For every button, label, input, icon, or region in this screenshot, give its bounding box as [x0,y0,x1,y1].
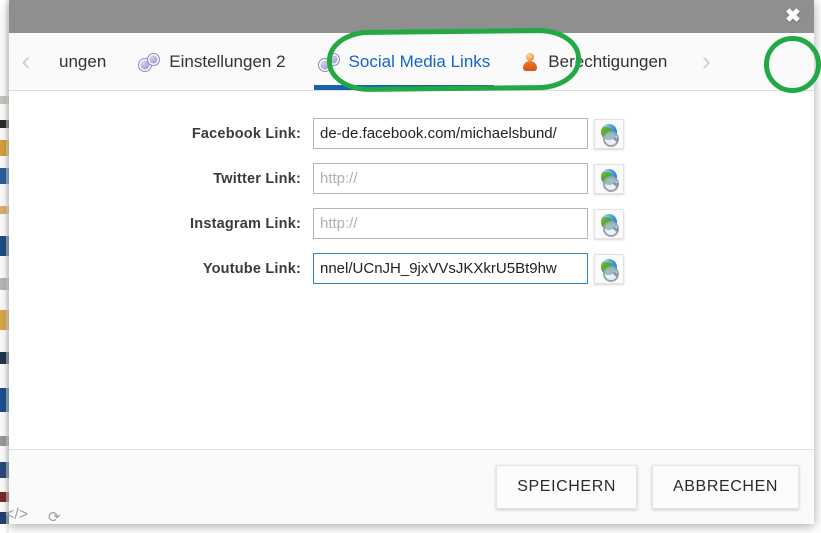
instagram-link-input[interactable] [313,208,588,239]
label-facebook-link: Facebook Link: [191,125,301,142]
globe-search-icon [600,259,619,282]
youtube-link-input[interactable] [313,253,588,284]
globe-search-icon [600,124,619,147]
label-instagram-link: Instagram Link: [190,215,301,232]
tab-label-einstellungen-2: Einstellungen 2 [169,52,286,71]
dialog-titlebar: ✖ [9,0,814,33]
tab-label-einstellungen: ungen [59,52,107,71]
tab-social-media-links[interactable]: Social Media Links [302,33,507,90]
globe-search-icon [600,169,619,192]
active-tab-underline [313,85,495,90]
close-icon[interactable]: ✖ [780,4,806,30]
facebook-link-input[interactable] [313,118,588,149]
person-icon [522,52,538,71]
cancel-button[interactable]: ABBRECHEN [652,465,799,509]
social-media-links-dialog: ✖ ‹ ungen Einstellungen 2 Social Media L… [9,0,814,524]
instagram-browse-button[interactable] [594,208,624,239]
tab-einstellungen[interactable]: ungen [43,33,122,90]
tab-next-arrow-icon[interactable]: › [689,33,723,90]
field-row-instagram: Instagram Link: [9,208,814,239]
field-row-twitter: Twitter Link: [9,163,814,194]
field-row-facebook: Facebook Link: [9,118,814,149]
label-youtube-link: Youtube Link: [202,260,301,277]
dialog-body: Facebook Link: Twitter Link: I [9,91,814,449]
sync-icon[interactable]: ⟳ [48,508,61,526]
gears-icon [138,52,161,72]
tab-bar: ‹ ungen Einstellungen 2 Social Media Lin… [9,33,814,91]
facebook-browse-button[interactable] [594,118,624,149]
globe-search-icon [600,214,619,237]
dialog-footer: SPEICHERN ABBRECHEN [9,449,814,524]
label-twitter-link: Twitter Link: [213,170,301,187]
code-view-icon[interactable]: </> [5,506,28,524]
twitter-link-input[interactable] [313,163,588,194]
tab-label-social-media-links: Social Media Links [348,52,491,71]
tab-berechtigungen[interactable]: Berechtigungen [506,33,683,90]
save-button[interactable]: SPEICHERN [496,465,638,509]
tab-prev-arrow-icon[interactable]: ‹ [9,33,43,90]
field-row-youtube: Youtube Link: [9,253,814,284]
gears-icon [317,52,340,72]
twitter-browse-button[interactable] [594,163,624,194]
tab-einstellungen-2[interactable]: Einstellungen 2 [122,33,301,90]
tab-label-berechtigungen: Berechtigungen [548,52,668,71]
youtube-browse-button[interactable] [594,253,624,284]
social-links-form: Facebook Link: Twitter Link: I [9,91,814,284]
